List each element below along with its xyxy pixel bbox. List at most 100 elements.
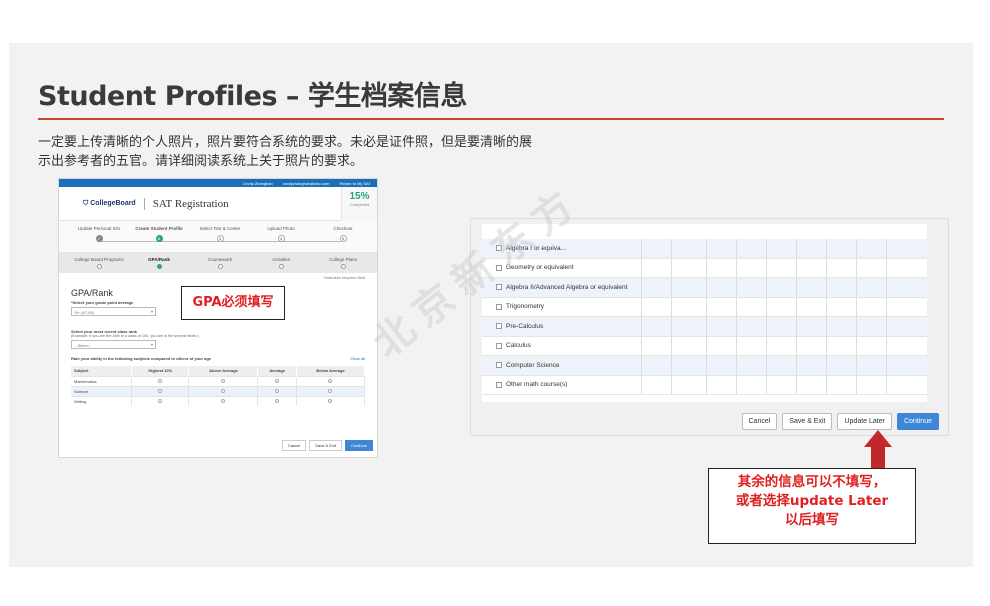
- grade-cell[interactable]: [706, 356, 736, 375]
- grade-cell[interactable]: [856, 375, 886, 394]
- grade-cell[interactable]: [796, 278, 826, 297]
- grade-cell[interactable]: [826, 239, 856, 258]
- grade-cell[interactable]: [856, 258, 886, 277]
- grade-cell[interactable]: [706, 336, 736, 355]
- grade-cell[interactable]: [766, 317, 796, 336]
- grade-cell[interactable]: [641, 375, 671, 394]
- radio-button[interactable]: [328, 378, 333, 383]
- grade-cell[interactable]: [856, 239, 886, 258]
- grade-cell[interactable]: [706, 317, 736, 336]
- grade-cell[interactable]: [856, 297, 886, 316]
- cancel-button[interactable]: Cancel: [281, 440, 307, 451]
- grade-cell[interactable]: [736, 239, 766, 258]
- grade-cell[interactable]: [736, 297, 766, 316]
- update-later-button[interactable]: Update Later: [837, 413, 892, 430]
- grade-cell[interactable]: [766, 258, 796, 277]
- grade-cell[interactable]: [886, 239, 917, 258]
- grade-cell[interactable]: [641, 317, 671, 336]
- grade-cell[interactable]: [766, 278, 796, 297]
- tab-college-board-programs[interactable]: College Board Programs: [63, 257, 135, 269]
- grade-cell[interactable]: [641, 278, 671, 297]
- grade-cell[interactable]: [736, 317, 766, 336]
- rank-select[interactable]: - Select -: [71, 340, 156, 349]
- grade-cell[interactable]: [796, 239, 826, 258]
- grade-cell[interactable]: [671, 278, 706, 297]
- grade-cell[interactable]: [796, 258, 826, 277]
- grade-cell[interactable]: [766, 375, 796, 394]
- grade-cell[interactable]: [826, 336, 856, 355]
- radio-button[interactable]: [158, 378, 163, 383]
- course-checkbox[interactable]: [496, 362, 502, 369]
- step-test-center[interactable]: Select Test & Center 3: [190, 226, 250, 242]
- tab-activities[interactable]: Activities: [251, 257, 311, 269]
- course-checkbox[interactable]: [496, 381, 502, 388]
- radio-button[interactable]: [221, 388, 226, 393]
- grade-cell[interactable]: [856, 317, 886, 336]
- course-checkbox[interactable]: [496, 303, 502, 310]
- grade-cell[interactable]: [886, 356, 917, 375]
- course-checkbox[interactable]: [496, 323, 502, 330]
- grade-cell[interactable]: [886, 278, 917, 297]
- grade-cell[interactable]: [856, 278, 886, 297]
- grade-cell[interactable]: [826, 258, 856, 277]
- grade-cell[interactable]: [736, 336, 766, 355]
- course-checkbox[interactable]: [496, 342, 502, 349]
- grade-cell[interactable]: [886, 336, 917, 355]
- grade-cell[interactable]: [826, 278, 856, 297]
- grade-cell[interactable]: [641, 356, 671, 375]
- grade-cell[interactable]: [796, 336, 826, 355]
- radio-button[interactable]: [158, 388, 163, 393]
- grade-cell[interactable]: [736, 258, 766, 277]
- radio-button[interactable]: [221, 398, 226, 403]
- grade-cell[interactable]: [766, 336, 796, 355]
- tab-college-plans[interactable]: College Plans: [313, 257, 373, 269]
- radio-button[interactable]: [275, 388, 280, 393]
- grade-cell[interactable]: [736, 356, 766, 375]
- grade-cell[interactable]: [796, 375, 826, 394]
- step-upload-photo[interactable]: Upload Photo 4: [251, 226, 311, 242]
- save-exit-button[interactable]: Save & Exit: [309, 440, 342, 451]
- grade-cell[interactable]: [706, 375, 736, 394]
- grade-cell[interactable]: [886, 258, 917, 277]
- grade-cell[interactable]: [766, 297, 796, 316]
- grade-cell[interactable]: [766, 239, 796, 258]
- grade-cell[interactable]: [671, 356, 706, 375]
- grade-cell[interactable]: [826, 297, 856, 316]
- grade-cell[interactable]: [671, 375, 706, 394]
- grade-cell[interactable]: [736, 278, 766, 297]
- grade-cell[interactable]: [671, 258, 706, 277]
- grade-cell[interactable]: [736, 375, 766, 394]
- radio-button[interactable]: [328, 398, 333, 403]
- tab-coursework[interactable]: Coursework: [190, 257, 250, 269]
- save-exit-button[interactable]: Save & Exit: [782, 413, 833, 430]
- clear-all-link[interactable]: Clear all: [350, 356, 365, 361]
- grade-cell[interactable]: [641, 297, 671, 316]
- grade-cell[interactable]: [671, 317, 706, 336]
- step-personal-info[interactable]: Update Personal Info ✓: [69, 226, 129, 242]
- user-email[interactable]: cecilyzhanghan@abc.com: [283, 181, 330, 186]
- continue-button[interactable]: Continue: [344, 440, 373, 451]
- grade-cell[interactable]: [826, 317, 856, 336]
- grade-cell[interactable]: [706, 258, 736, 277]
- grade-cell[interactable]: [886, 317, 917, 336]
- grade-cell[interactable]: [671, 239, 706, 258]
- grade-cell[interactable]: [671, 297, 706, 316]
- continue-button[interactable]: Continue: [896, 413, 939, 430]
- tab-gpa-rank[interactable]: GPA/Rank: [129, 257, 189, 269]
- radio-button[interactable]: [275, 378, 280, 383]
- grade-cell[interactable]: [796, 297, 826, 316]
- grade-cell[interactable]: [796, 317, 826, 336]
- grade-cell[interactable]: [706, 278, 736, 297]
- step-student-profile[interactable]: Create Student Profile 2: [129, 226, 189, 242]
- grade-cell[interactable]: [826, 375, 856, 394]
- grade-cell[interactable]: [641, 258, 671, 277]
- collegeboard-logo[interactable]: ⛉ CollegeBoard: [83, 200, 136, 208]
- grade-cell[interactable]: [796, 356, 826, 375]
- grade-cell[interactable]: [766, 356, 796, 375]
- return-link[interactable]: Return to My SAT: [340, 181, 372, 186]
- radio-button[interactable]: [275, 398, 280, 403]
- gpa-select[interactable]: B+ (87-89): [71, 307, 156, 316]
- grade-cell[interactable]: [641, 336, 671, 355]
- radio-button[interactable]: [221, 378, 226, 383]
- radio-button[interactable]: [328, 388, 333, 393]
